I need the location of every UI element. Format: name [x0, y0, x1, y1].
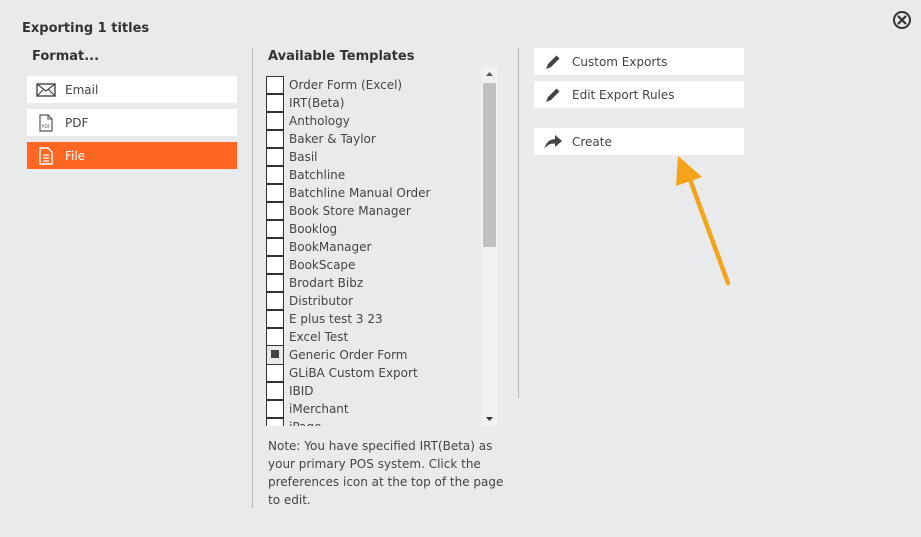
template-label: Booklog: [289, 222, 338, 236]
template-list[interactable]: Order Form (Excel) IRT(Beta) Anthology B…: [266, 67, 498, 426]
pos-note: Note: You have specified IRT(Beta) as yo…: [268, 439, 504, 507]
format-heading: Format...: [32, 49, 100, 64]
checkbox[interactable]: [266, 184, 284, 202]
template-item-order-form-excel[interactable]: Order Form (Excel): [266, 76, 498, 94]
format-pdf-button[interactable]: PDF PDF: [27, 109, 237, 136]
format-email-label: Email: [65, 82, 99, 97]
svg-text:PDF: PDF: [42, 124, 51, 130]
scroll-up-button[interactable]: [481, 67, 498, 81]
pdf-file-icon: PDF: [27, 113, 65, 132]
checkbox[interactable]: [266, 382, 284, 400]
template-item-batchline[interactable]: Batchline: [266, 166, 498, 184]
checkbox[interactable]: [266, 220, 284, 238]
format-file-button[interactable]: File: [27, 142, 237, 169]
close-button[interactable]: [892, 10, 912, 30]
template-item-batchline-manual-order[interactable]: Batchline Manual Order: [266, 184, 498, 202]
template-label: BookManager: [289, 240, 372, 254]
template-item-ibid[interactable]: IBID: [266, 382, 498, 400]
templates-heading: Available Templates: [268, 49, 415, 64]
template-list-scrollbar[interactable]: [481, 67, 498, 426]
scroll-thumb[interactable]: [483, 83, 496, 247]
checkbox[interactable]: [266, 292, 284, 310]
template-item-booklog[interactable]: Booklog: [266, 220, 498, 238]
template-label: GLiBA Custom Export: [289, 366, 418, 380]
checkbox[interactable]: [266, 310, 284, 328]
template-label: IRT(Beta): [289, 96, 345, 110]
template-label: E plus test 3 23: [289, 312, 383, 326]
checkbox[interactable]: [266, 76, 284, 94]
template-item-gliba-custom-export[interactable]: GLiBA Custom Export: [266, 364, 498, 382]
column-divider: [518, 48, 519, 398]
template-label: Generic Order Form: [289, 348, 408, 362]
checkbox[interactable]: [266, 400, 284, 418]
template-label: Basil: [289, 150, 318, 164]
share-arrow-icon: [534, 134, 572, 150]
pencil-icon: [534, 53, 572, 71]
format-pdf-label: PDF: [65, 115, 89, 130]
close-icon[interactable]: [892, 10, 912, 30]
checkbox[interactable]: [266, 166, 284, 184]
create-label: Create: [572, 134, 612, 149]
template-label: Excel Test: [289, 330, 349, 344]
checkbox[interactable]: [266, 418, 284, 426]
checkbox[interactable]: [266, 328, 284, 346]
template-item-imerchant[interactable]: iMerchant: [266, 400, 498, 418]
template-label: iPage: [289, 420, 321, 426]
pencil-icon: [534, 86, 572, 104]
create-button[interactable]: Create: [534, 128, 744, 155]
template-label: Book Store Manager: [289, 204, 411, 218]
edit-export-rules-button[interactable]: Edit Export Rules: [534, 81, 744, 108]
checkbox[interactable]: [266, 202, 284, 220]
checkbox[interactable]: [266, 274, 284, 292]
template-label: Batchline: [289, 168, 346, 182]
template-label: BookScape: [289, 258, 356, 272]
template-label: Brodart Bibz: [289, 276, 364, 290]
envelope-icon: [27, 82, 65, 97]
template-label: Baker & Taylor: [289, 132, 376, 146]
template-item-basil[interactable]: Basil: [266, 148, 498, 166]
caret-down-icon: [486, 417, 493, 421]
checkbox[interactable]: [266, 256, 284, 274]
dialog-title: Exporting 1 titles: [22, 21, 150, 36]
template-item-brodart-bibz[interactable]: Brodart Bibz: [266, 274, 498, 292]
document-icon: [27, 146, 65, 165]
checkbox[interactable]: [266, 94, 284, 112]
template-item-generic-order-form[interactable]: Generic Order Form: [266, 346, 498, 364]
caret-up-icon: [486, 72, 493, 76]
template-label: Order Form (Excel): [289, 78, 403, 92]
template-item-anthology[interactable]: Anthology: [266, 112, 498, 130]
template-item-irt-beta[interactable]: IRT(Beta): [266, 94, 498, 112]
template-item-e-plus-test[interactable]: E plus test 3 23: [266, 310, 498, 328]
template-label: iMerchant: [289, 402, 349, 416]
template-item-bookmanager[interactable]: BookManager: [266, 238, 498, 256]
custom-exports-button[interactable]: Custom Exports: [534, 48, 744, 75]
checkbox[interactable]: [266, 148, 284, 166]
checkbox[interactable]: [266, 130, 284, 148]
template-label: Batchline Manual Order: [289, 186, 431, 200]
checkbox[interactable]: [266, 112, 284, 130]
template-item-ipage[interactable]: iPage: [266, 418, 498, 426]
custom-exports-label: Custom Exports: [572, 54, 668, 69]
format-file-label: File: [65, 148, 86, 163]
template-label: Anthology: [289, 114, 350, 128]
template-item-book-store-manager[interactable]: Book Store Manager: [266, 202, 498, 220]
checkbox[interactable]: [266, 364, 284, 382]
column-divider: [252, 48, 253, 508]
template-item-distributor[interactable]: Distributor: [266, 292, 498, 310]
template-item-excel-test[interactable]: Excel Test: [266, 328, 498, 346]
scroll-down-button[interactable]: [481, 412, 498, 426]
checkbox-checked[interactable]: [266, 346, 284, 364]
template-label: IBID: [289, 384, 314, 398]
checkbox[interactable]: [266, 238, 284, 256]
edit-export-rules-label: Edit Export Rules: [572, 87, 675, 102]
template-label: Distributor: [289, 294, 354, 308]
format-email-button[interactable]: Email: [27, 76, 237, 103]
template-item-bookscape[interactable]: BookScape: [266, 256, 498, 274]
template-item-baker-taylor[interactable]: Baker & Taylor: [266, 130, 498, 148]
